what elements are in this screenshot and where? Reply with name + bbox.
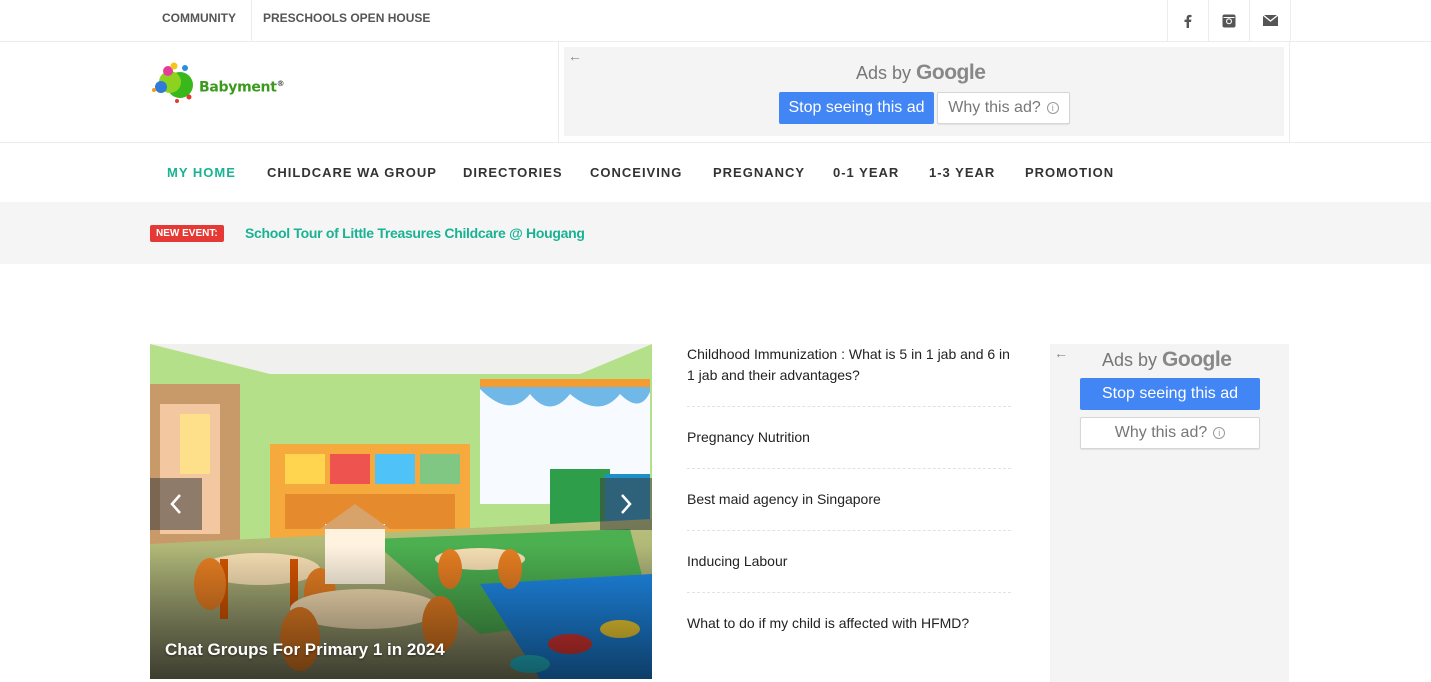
slide-caption[interactable]: Chat Groups For Primary 1 in 2024 — [165, 640, 445, 660]
list-item[interactable]: Pregnancy Nutrition — [687, 407, 1011, 469]
main-nav: MY HOME CHILDCARE WA GROUP DIRECTORIES C… — [0, 143, 1431, 202]
site-header: Babyment® ← Ads by Google Stop seeing th… — [0, 42, 1431, 143]
instagram-icon[interactable] — [1208, 0, 1249, 41]
header-ad: ← Ads by Google Stop seeing this ad Why … — [564, 47, 1284, 136]
new-event-badge: NEW EVENT: — [150, 225, 224, 242]
ad-back-arrow-icon[interactable]: ← — [1054, 345, 1068, 361]
article-title[interactable]: Best maid agency in Singapore — [687, 491, 881, 507]
why-this-ad-label: Why this ad? — [948, 99, 1041, 116]
nav-item-directories[interactable]: DIRECTORIES — [463, 165, 563, 180]
top-divider — [251, 0, 252, 42]
ads-by-google-label: Ads by Google — [856, 61, 986, 85]
google-wordmark: Google — [1162, 348, 1232, 371]
info-icon: i — [1213, 427, 1226, 439]
facebook-icon[interactable] — [1167, 0, 1208, 41]
nav-item-pregnancy[interactable]: PREGNANCY — [713, 165, 805, 180]
why-this-ad-button[interactable]: Why this ad? i — [1080, 417, 1260, 449]
slider-prev-button[interactable] — [150, 478, 202, 530]
ads-by-google-label: Ads by Google — [1102, 348, 1232, 372]
nav-item-0-1-year[interactable]: 0-1 YEAR — [833, 165, 899, 180]
list-item[interactable]: Childhood Immunization : What is 5 in 1 … — [687, 344, 1011, 407]
list-item[interactable]: Best maid agency in Singapore — [687, 469, 1011, 531]
event-link[interactable]: School Tour of Little Treasures Childcar… — [245, 225, 585, 241]
chevron-right-icon — [621, 494, 632, 514]
why-this-ad-label: Why this ad? — [1114, 424, 1208, 441]
why-this-ad-button[interactable]: Why this ad? i — [937, 92, 1070, 124]
site-logo[interactable]: Babyment® — [150, 60, 290, 110]
article-title[interactable]: Inducing Labour — [687, 553, 787, 569]
logo-name: Babyment — [199, 79, 277, 96]
google-wordmark: Google — [916, 61, 986, 84]
mail-icon[interactable] — [1249, 0, 1290, 41]
stop-seeing-ad-button[interactable]: Stop seeing this ad — [779, 92, 934, 124]
ads-by-text: Ads by — [856, 63, 912, 83]
logo-bubbles-icon — [152, 62, 193, 103]
nav-item-1-3-year[interactable]: 1-3 YEAR — [929, 165, 995, 180]
ads-by-text: Ads by — [1102, 350, 1158, 370]
logo-registered-mark: ® — [276, 79, 285, 88]
article-title[interactable]: What to do if my child is affected with … — [687, 615, 969, 631]
article-title[interactable]: Pregnancy Nutrition — [687, 429, 810, 445]
classroom-photo — [150, 344, 652, 679]
slider-next-button[interactable] — [600, 478, 652, 530]
nav-item-promotion[interactable]: PROMOTION — [1025, 165, 1114, 180]
article-list: Childhood Immunization : What is 5 in 1 … — [687, 344, 1011, 655]
nav-item-conceiving[interactable]: CONCEIVING — [590, 165, 682, 180]
chevron-left-icon — [170, 494, 181, 514]
sidebar-ad: ← Ads by Google Stop seeing this ad Why … — [1050, 344, 1289, 682]
nav-item-my-home[interactable]: MY HOME — [167, 165, 236, 180]
list-item[interactable]: Inducing Labour — [687, 531, 1011, 593]
article-title[interactable]: Childhood Immunization : What is 5 in 1 … — [687, 346, 1010, 383]
preschools-open-house-link[interactable]: PRESCHOOLS OPEN HOUSE — [263, 0, 430, 41]
logo-text: Babyment® — [199, 79, 285, 96]
header-divider — [558, 42, 559, 142]
featured-slider[interactable]: Chat Groups For Primary 1 in 2024 — [150, 344, 652, 679]
header-divider-right — [1289, 42, 1290, 142]
nav-item-childcare-wa-group[interactable]: CHILDCARE WA GROUP — [267, 165, 437, 180]
event-ticker: NEW EVENT: School Tour of Little Treasur… — [0, 202, 1431, 264]
info-icon: i — [1046, 102, 1059, 114]
ad-back-arrow-icon[interactable]: ← — [568, 48, 582, 64]
list-item[interactable]: What to do if my child is affected with … — [687, 593, 1011, 655]
community-link[interactable]: COMMUNITY — [162, 0, 236, 41]
top-bar: COMMUNITY PRESCHOOLS OPEN HOUSE — [0, 0, 1431, 42]
top-bar-end-divider — [1290, 0, 1291, 41]
stop-seeing-ad-button[interactable]: Stop seeing this ad — [1080, 378, 1260, 410]
